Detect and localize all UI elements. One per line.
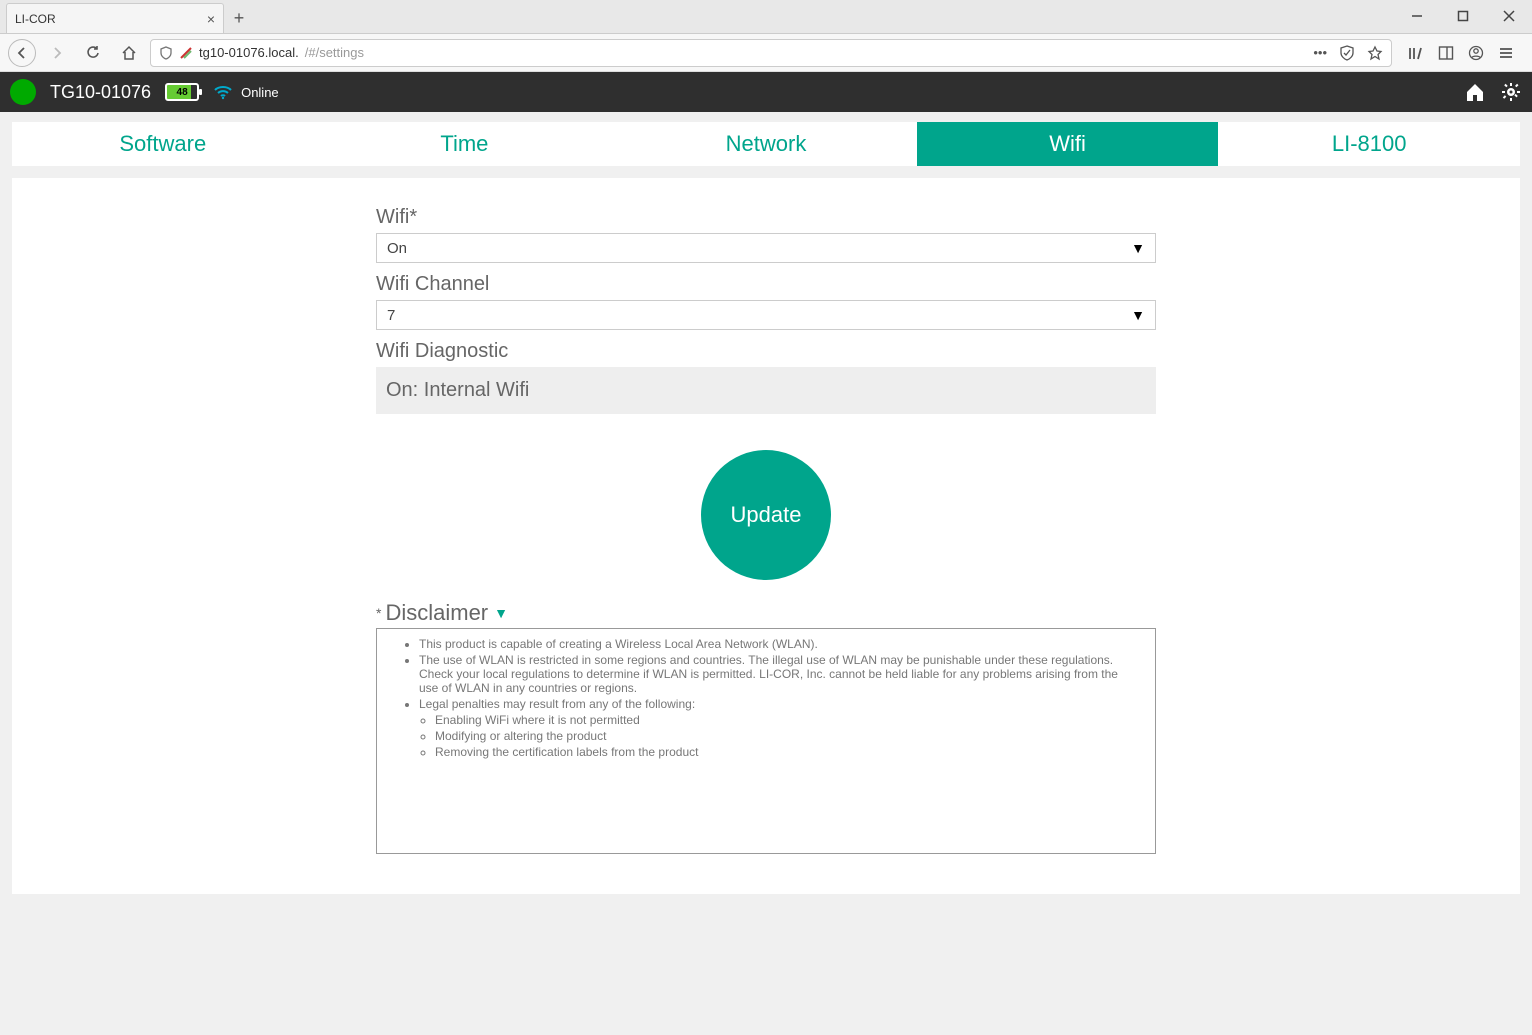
nav-back-button[interactable] [8,39,36,67]
window-close-button[interactable] [1486,0,1532,33]
close-tab-icon[interactable]: × [207,11,215,27]
disclaimer-subitem: Enabling WiFi where it is not permitted [435,713,1127,727]
disclaimer-heading-text: Disclaimer [385,600,488,626]
window-controls [1394,0,1532,33]
sidebar-icon[interactable] [1438,45,1454,61]
tab-time[interactable]: Time [314,122,616,166]
reader-permissions-icon[interactable] [1339,45,1355,61]
battery-indicator: 48 [165,83,199,101]
browser-tab[interactable]: LI-COR × [6,3,224,33]
window-maximize-button[interactable] [1440,0,1486,33]
app-menu-icon[interactable] [1498,45,1514,61]
wifi-diagnostic-value: On: Internal Wifi [376,367,1156,414]
update-button[interactable]: Update [701,450,831,580]
chevron-down-icon: ▼ [1131,240,1145,256]
nav-reload-button[interactable] [78,38,108,68]
tab-label: Network [726,131,807,157]
tab-label: Time [440,131,488,157]
shield-icon [159,46,173,60]
nav-forward-button[interactable] [42,38,72,68]
tab-software[interactable]: Software [12,122,314,166]
tab-li8100[interactable]: LI-8100 [1218,122,1520,166]
url-bar[interactable]: tg10-01076.local. /#/settings ••• [150,39,1392,67]
page-actions-icon[interactable]: ••• [1313,45,1327,60]
disclaimer-subitem: Removing the certification labels from t… [435,745,1127,759]
wifi-channel-label: Wifi Channel [376,273,1156,296]
settings-gear-icon[interactable] [1500,81,1522,103]
account-icon[interactable] [1468,45,1484,61]
connection-status: Online [241,85,279,100]
wifi-select[interactable]: On ▼ [376,233,1156,263]
device-name: TG10-01076 [50,82,151,103]
disclaimer-heading[interactable]: * Disclaimer ▼ [376,600,1156,626]
browser-tab-strip: LI-COR × + [0,0,1532,34]
app-header: TG10-01076 48 Online [0,72,1532,112]
nav-home-button[interactable] [114,38,144,68]
disclaimer-item: Legal penalties may result from any of t… [419,697,1127,711]
battery-pct: 48 [177,87,188,98]
settings-tabs: Software Time Network Wifi LI-8100 [12,122,1520,166]
wifi-diagnostic-label: Wifi Diagnostic [376,340,1156,363]
new-tab-button[interactable]: + [224,3,254,33]
disclaimer-box: This product is capable of creating a Wi… [376,628,1156,854]
url-path: /#/settings [305,45,364,60]
wifi-channel-select[interactable]: 7 ▼ [376,300,1156,330]
disclaimer-item: The use of WLAN is restricted in some re… [419,653,1127,695]
home-icon[interactable] [1464,81,1486,103]
tab-label: Software [119,131,206,157]
url-host: tg10-01076.local. [199,45,299,60]
asterisk-icon: * [376,605,381,621]
wifi-channel-value: 7 [387,307,395,324]
page-body: Software Time Network Wifi LI-8100 Wifi*… [0,112,1532,904]
tab-network[interactable]: Network [615,122,917,166]
chevron-down-icon: ▼ [1131,307,1145,323]
collapse-triangle-icon[interactable]: ▼ [494,605,508,621]
insecure-connection-icon [179,46,193,60]
tab-label: LI-8100 [1332,131,1407,157]
browser-toolbar: tg10-01076.local. /#/settings ••• [0,34,1532,72]
wifi-label: Wifi* [376,206,1156,229]
bookmark-star-icon[interactable] [1367,45,1383,61]
content-panel: Wifi* On ▼ Wifi Channel 7 ▼ Wifi Diagnos… [12,178,1520,894]
tab-title: LI-COR [15,12,56,26]
disclaimer-item: This product is capable of creating a Wi… [419,637,1127,651]
library-icon[interactable] [1408,45,1424,61]
disclaimer-subitem: Modifying or altering the product [435,729,1127,743]
status-indicator [10,79,36,105]
window-minimize-button[interactable] [1394,0,1440,33]
wifi-select-value: On [387,240,407,257]
tab-wifi[interactable]: Wifi [917,122,1219,166]
wifi-icon [213,84,233,100]
update-button-label: Update [731,502,802,528]
tab-label: Wifi [1049,131,1086,157]
wifi-form: Wifi* On ▼ Wifi Channel 7 ▼ Wifi Diagnos… [376,206,1156,854]
